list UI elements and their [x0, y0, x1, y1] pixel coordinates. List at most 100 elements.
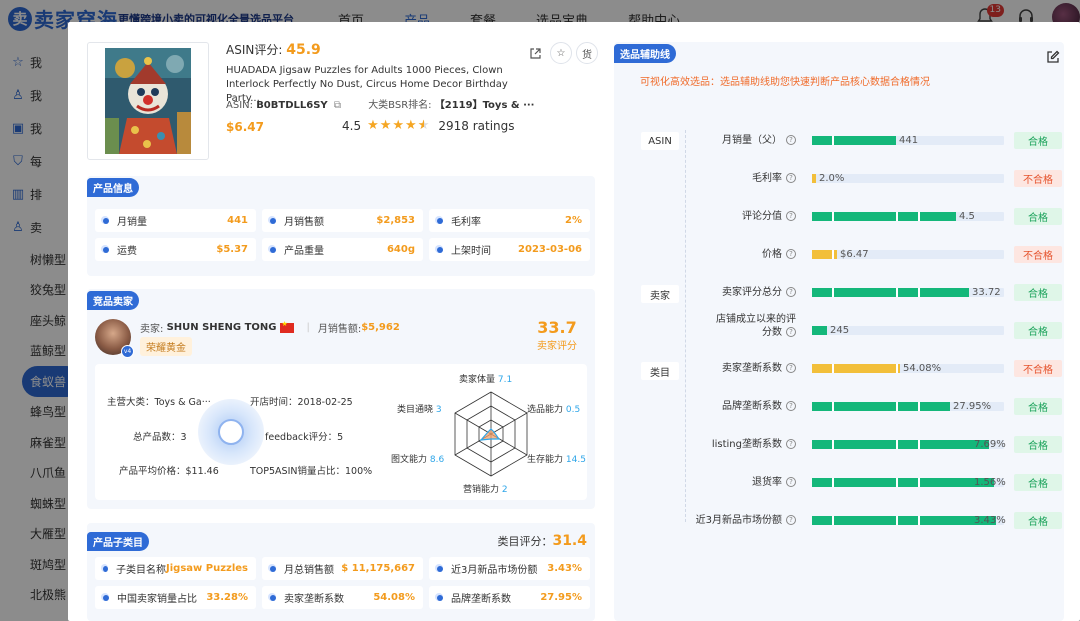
- guide-metric-name: 店铺成立以来的评分数?: [714, 313, 796, 339]
- seller-main-category: 主营大类：Toys & Ga···: [107, 397, 211, 408]
- guide-bar-divider: [832, 212, 834, 221]
- help-icon[interactable]: ?: [786, 401, 796, 411]
- guide-metric-label: 品牌垄断系数: [722, 401, 782, 412]
- radar-label-marketing: 营销能力 2: [463, 485, 508, 495]
- group-tag-seller: 卖家: [641, 285, 679, 303]
- seller-name[interactable]: SHUN SHENG TONG: [167, 322, 277, 333]
- help-icon[interactable]: ?: [786, 249, 796, 259]
- subcat-cell: 品牌垄断系数 27.95%: [429, 586, 590, 609]
- favorite-star-icon[interactable]: ☆: [550, 42, 572, 64]
- info-value: $2,853: [376, 215, 415, 226]
- help-icon[interactable]: ?: [786, 439, 796, 449]
- guide-bar-divider: [896, 288, 898, 297]
- guide-bar-value: 2.0%: [819, 173, 845, 184]
- bsr-value[interactable]: 【2119】Toys & ···: [435, 100, 535, 111]
- guide-metric-label: listing垄断系数: [711, 439, 782, 450]
- help-icon[interactable]: ?: [786, 287, 796, 297]
- info-cell: 毛利率 2%: [429, 209, 590, 232]
- rating-count: 2918 ratings: [438, 118, 515, 133]
- subcat-label: 近3月新品市场份额: [451, 565, 538, 576]
- info-cell: 运费 $5.37: [95, 238, 256, 261]
- info-label: 产品重量: [284, 246, 324, 257]
- subcat-cell: 子类目名称 Jigsaw Puzzles: [95, 557, 256, 580]
- dot-icon: [270, 246, 276, 253]
- info-cell: 上架时间 2023-03-06: [429, 238, 590, 261]
- seller-open-time: 开店时间：2018-02-25: [250, 397, 353, 408]
- guide-status-badge: 不合格: [1014, 170, 1062, 187]
- guide-metric-name: 退货率?: [752, 476, 796, 489]
- guide-bar-fill: [812, 288, 969, 297]
- info-label: 月销售额: [284, 217, 324, 228]
- product-rating: 4.5 ★★★★★★ 2918 ratings: [342, 118, 515, 133]
- guide-bar-value: 33.72: [972, 287, 1001, 298]
- product-image[interactable]: [87, 42, 209, 160]
- guide-bar-value: 54.08%: [903, 363, 942, 374]
- dot-icon: [103, 246, 109, 253]
- guide-bar-track: 441: [812, 135, 1004, 146]
- guide-metric-label: 店铺成立以来的评分数: [716, 314, 796, 338]
- copy-icon[interactable]: ⧉: [334, 100, 341, 111]
- radar-label-survival: 生存能力 14.5: [527, 455, 586, 465]
- guide-bar-fill: [812, 136, 896, 145]
- guide-bar-divider: [918, 440, 920, 449]
- guide-bar-value: 4.5: [959, 211, 975, 222]
- guide-status-badge: 合格: [1014, 284, 1062, 301]
- guide-bar-fill: [812, 174, 816, 183]
- guide-bar-divider: [918, 288, 920, 297]
- info-value: 640g: [386, 244, 415, 255]
- subcategory-grid: 子类目名称 Jigsaw Puzzles 月总销售额 $ 11,175,667 近3…: [95, 557, 590, 609]
- guide-metric-label: 退货率: [752, 477, 782, 488]
- guide-bar-value: 3.43%: [974, 515, 1006, 526]
- guide-bar-divider: [832, 402, 834, 411]
- subcategory-score: 类目评分：31.4: [497, 533, 587, 549]
- help-icon[interactable]: ?: [786, 363, 796, 373]
- bsr-label: 大类BSR排名:: [368, 100, 432, 111]
- guide-bar-value: 1.56%: [974, 477, 1006, 488]
- dot-icon: [270, 594, 276, 601]
- guide-bar-track: 2.0%: [812, 173, 1004, 184]
- help-icon[interactable]: ?: [786, 173, 796, 183]
- product-info-grid: 月销量 441 月销售额 $2,853 毛利率 2% 运费 $5.37 产品重量 640g…: [95, 209, 590, 261]
- asin-score-value: 45.9: [286, 42, 321, 58]
- edit-icon[interactable]: [1046, 50, 1060, 64]
- info-value: 2023-03-06: [518, 244, 582, 255]
- guide-bar-divider: [896, 516, 898, 525]
- subcat-label: 品牌垄断系数: [451, 594, 511, 605]
- seller-section: 竞品卖家 v4 卖家: SHUN SHENG TONG | 月销售额: $5,9…: [87, 289, 595, 509]
- seller-center-icon: [198, 399, 264, 465]
- help-icon[interactable]: ?: [786, 515, 796, 525]
- subcat-cell: 卖家垄断系数 54.08%: [262, 586, 423, 609]
- radar-label-volume: 卖家体量 7.1: [459, 375, 513, 385]
- guide-bar-track: 54.08%: [812, 363, 1004, 374]
- share-icon[interactable]: [524, 42, 546, 64]
- guide-bar-divider: [832, 288, 834, 297]
- help-icon[interactable]: ?: [786, 477, 796, 487]
- guide-status-badge: 不合格: [1014, 246, 1062, 263]
- china-flag-icon: [280, 320, 295, 333]
- guide-metric-name: 近3月新品市场份额?: [696, 514, 796, 527]
- subcat-cell: 中国卖家销量占比 33.28%: [95, 586, 256, 609]
- guide-bar-divider: [896, 478, 898, 487]
- guide-status-badge: 合格: [1014, 398, 1062, 415]
- guide-bar-value: 245: [830, 325, 850, 336]
- subcategory-section: 产品子类目 类目评分：31.4 子类目名称 Jigsaw Puzzles 月总销售…: [87, 523, 595, 621]
- guide-metric-label: 月销量（父）: [722, 135, 782, 146]
- subcat-value: 33.28%: [206, 592, 248, 603]
- seller-sales-label: 月销售额:: [317, 324, 362, 335]
- info-label: 上架时间: [451, 246, 491, 257]
- guide-metric-name: listing垄断系数?: [712, 438, 796, 451]
- help-icon[interactable]: ?: [786, 211, 796, 221]
- help-icon[interactable]: ?: [786, 135, 796, 145]
- info-value: 441: [227, 215, 248, 226]
- help-icon[interactable]: ?: [786, 327, 796, 337]
- dot-icon: [437, 246, 443, 253]
- rating-stars-icon: ★★★★★★: [367, 118, 431, 133]
- guide-bar-divider: [832, 364, 834, 373]
- info-cell: 产品重量 640g: [262, 238, 423, 261]
- seller-radar-chart: [454, 391, 528, 477]
- source-button[interactable]: 货: [576, 42, 598, 64]
- info-label: 运费: [117, 246, 137, 257]
- product-detail-modal: ASIN评分: 45.9 HUADADA Jigsaw Puzzles for …: [68, 22, 1080, 621]
- asin-score-label: ASIN评分:: [226, 43, 283, 57]
- guide-bar-track: 1.56%: [812, 477, 1006, 488]
